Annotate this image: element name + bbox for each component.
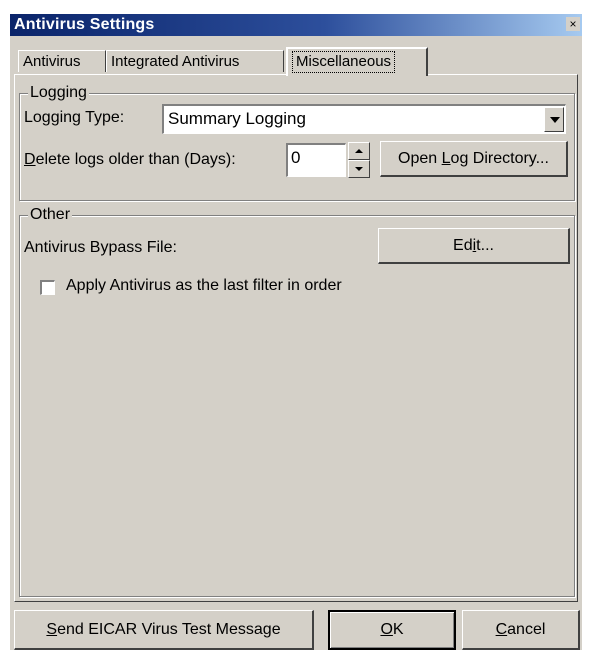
cancel-button[interactable]: Cancel [462,610,580,650]
open-log-directory-mnemonic: L [441,149,451,167]
apply-last-filter-label: Apply Antivirus as the last filter in or… [66,277,342,294]
tab-miscellaneous-label: Miscellaneous [292,51,396,73]
delete-logs-text: elete logs older than (Days): [35,151,236,168]
chevron-down-icon [550,117,560,123]
ok-text: K [392,621,404,638]
arrow-up-icon [355,149,363,153]
open-log-directory-text-a: Open [398,149,442,167]
other-group-label: Other [28,206,73,224]
delete-logs-mnemonic: D [24,151,36,168]
tab-integrated-antivirus[interactable]: Integrated Antivirus [106,50,284,72]
send-eicar-test-button[interactable]: Send EICAR Virus Test Message [14,610,314,650]
edit-text-b: t... [476,236,494,254]
tab-antivirus[interactable]: Antivirus [18,50,106,72]
close-icon[interactable]: × [566,17,580,31]
logging-type-select[interactable]: Summary Logging [162,104,566,134]
logging-type-value: Summary Logging [168,109,306,128]
ok-button[interactable]: OK [328,610,456,650]
arrow-down-icon [355,167,363,171]
delete-days-field[interactable]: 0 [286,143,346,177]
edit-bypass-button[interactable]: Edit... [378,228,570,264]
title-bar[interactable]: Antivirus Settings × [10,14,582,36]
send-eicar-mnemonic: S [46,620,58,638]
bypass-file-label: Antivirus Bypass File: [24,239,177,256]
tab-strip: Antivirus Integrated Antivirus Miscellan… [16,47,576,76]
tab-panel-miscellaneous: Logging Logging Type: Summary Logging De… [14,74,578,602]
edit-text-a: Ed [453,236,473,254]
apply-last-filter-checkbox[interactable] [40,280,55,295]
tab-integrated-antivirus-label: Integrated Antivirus [111,53,240,70]
dropdown-button[interactable] [544,107,564,132]
spin-up-button[interactable] [348,142,370,160]
delete-logs-label: Delete logs older than (Days): [24,150,236,170]
send-eicar-text: end EICAR Virus Test Message [57,620,281,638]
logging-type-label: Logging Type: [24,109,125,126]
cancel-mnemonic: C [495,620,508,638]
open-log-directory-text-b: og Directory... [450,149,549,167]
cancel-text: ancel [507,620,546,638]
logging-group-label: Logging [28,84,89,102]
ok-mnemonic: O [380,621,393,638]
spin-down-button[interactable] [348,160,370,178]
delete-days-spinner [348,142,370,178]
antivirus-settings-dialog: Antivirus Settings × Antivirus Integrate… [10,14,582,650]
logging-group: Logging Logging Type: Summary Logging De… [19,84,575,201]
tab-miscellaneous[interactable]: Miscellaneous [286,47,428,76]
tab-antivirus-label: Antivirus [23,53,81,70]
other-group: Other Antivirus Bypass File: Edit... App… [19,206,575,597]
window-title: Antivirus Settings [14,16,155,33]
open-log-directory-button[interactable]: Open Log Directory... [380,141,568,177]
